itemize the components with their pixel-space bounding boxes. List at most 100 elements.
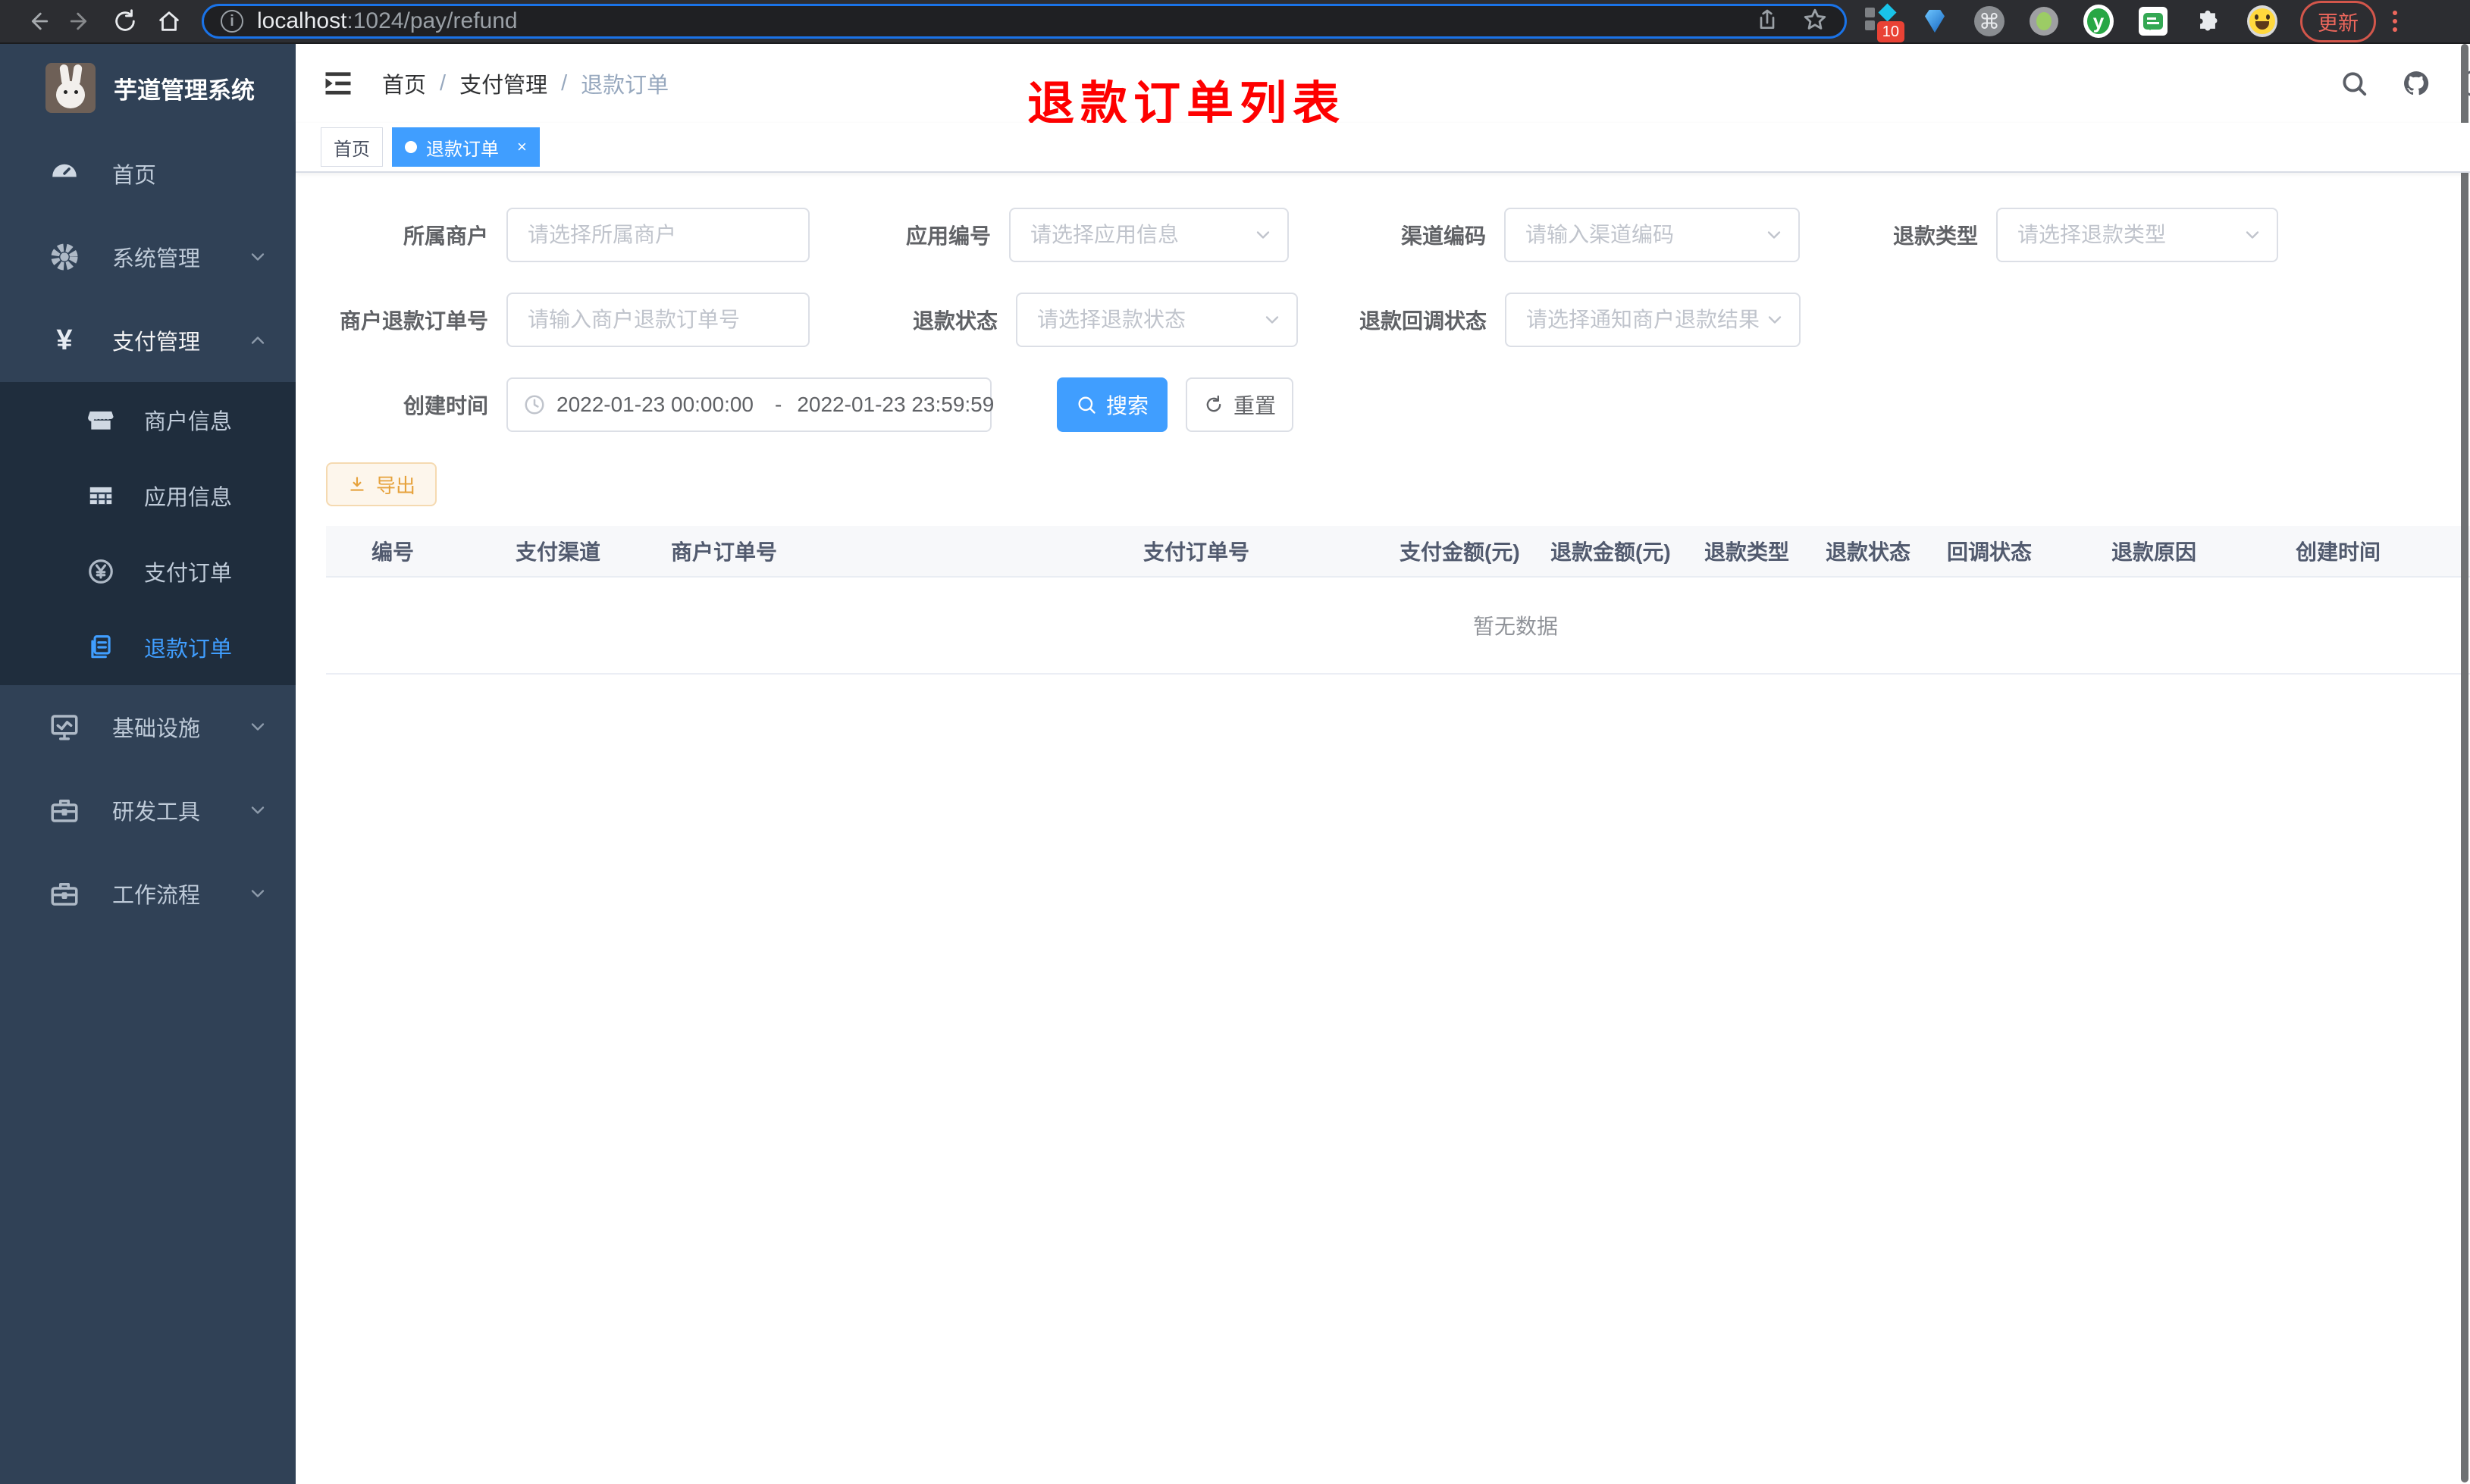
page-scrollbar[interactable] [2461,44,2468,1482]
reset-button[interactable]: 重置 [1186,377,1293,432]
tag-refund-order[interactable]: 退款订单 × [392,127,540,167]
column-header: 商户订单号 [671,540,778,564]
document-copy-icon [85,631,117,663]
page-content: 所属商户 应用编号 渠道编码 退款类型 [296,173,2470,1484]
sidebar-item-label: 支付订单 [144,562,233,586]
filter-label: 退款回调状态 [1359,309,1487,333]
sidebar: 芋道管理系统 首页 系统管理 ¥ 支付管理 商户信息 应用信息 支付订单 退款订… [0,44,296,1484]
filter-label: 应用编号 [905,224,991,248]
sidebar-item-refund-order[interactable]: 退款订单 [0,609,296,685]
reload-icon[interactable] [103,5,147,38]
main-area: 首页 / 支付管理 / 退款订单 退款订单列表 ? tT [296,44,2470,1484]
date-range-picker[interactable]: 2022-01-23 00:00:00 - 2022-01-23 23:59:5… [506,377,994,432]
sidebar-item-label: 工作流程 [112,884,201,908]
url-text: localhost:1024/pay/refund [257,8,518,33]
monitor-icon [47,709,82,744]
date-start-value: 2022-01-23 00:00:00 [556,393,754,416]
briefcase-icon [47,793,82,828]
extension-y-icon[interactable]: y [2083,5,2114,38]
grid-icon [85,480,117,512]
active-dot [405,141,417,153]
filter-label: 退款状态 [912,309,998,333]
search-button[interactable]: 搜索 [1057,377,1168,432]
sidebar-item-app-info[interactable]: 应用信息 [0,458,296,534]
github-icon[interactable] [2399,67,2433,100]
column-header: 支付渠道 [516,540,601,564]
search-icon[interactable] [2337,67,2371,100]
chevron-down-icon [247,800,268,821]
shop-icon [85,404,117,436]
sidebar-item-infra[interactable]: 基础设施 [0,685,296,769]
extension-chat-icon[interactable] [2138,6,2168,36]
refund-type-select[interactable] [1996,208,2278,262]
share-icon[interactable] [1755,8,1779,36]
app-no-select[interactable] [1009,208,1289,262]
channel-code-select[interactable] [1504,208,1800,262]
filter-label: 渠道编码 [1400,224,1486,248]
forward-icon[interactable] [59,5,103,38]
merchant-input[interactable] [506,208,810,262]
yen-icon: ¥ [56,324,73,356]
chevron-down-icon [247,883,268,904]
site-info-icon[interactable]: i [221,10,243,33]
sidebar-item-workflow[interactable]: 工作流程 [0,852,296,935]
sidebar-item-home[interactable]: 首页 [0,132,296,215]
filter-row-3: 创建时间 2022-01-23 00:00:00 - 2022-01-23 23… [326,377,2470,432]
browser-profile-avatar[interactable] [2247,5,2277,37]
breadcrumb: 首页 / 支付管理 / 退款订单 [382,67,669,99]
filter-row-1: 所属商户 应用编号 渠道编码 退款类型 [326,208,2470,262]
app-frame: 芋道管理系统 首页 系统管理 ¥ 支付管理 商户信息 应用信息 支付订单 退款订… [0,44,2470,1484]
sidebar-item-label: 应用信息 [144,486,233,510]
column-header: 退款类型 [1704,540,1790,564]
extension-gem-icon[interactable] [1920,6,1950,36]
bookmark-star-icon[interactable] [1802,7,1828,36]
sidebar-item-label: 系统管理 [112,247,201,271]
extension-devtools-icon[interactable]: 10 [1865,3,1904,42]
column-header: 支付订单号 [1143,540,1250,564]
sidebar-item-pay-order[interactable]: 支付订单 [0,534,296,609]
browser-toolbar: i localhost:1024/pay/refund 10 ⌘ y 更新 [0,0,2470,44]
sidebar-item-pay[interactable]: ¥ 支付管理 [0,299,296,382]
app-logo-row[interactable]: 芋道管理系统 [0,44,296,132]
tag-home[interactable]: 首页 [321,127,383,167]
sidebar-item-devtools[interactable]: 研发工具 [0,769,296,852]
extension-command-icon[interactable]: ⌘ [1974,6,2005,36]
briefcase-icon [47,876,82,911]
column-header: 退款原因 [2111,540,2197,564]
chrome-update-button[interactable]: 更新 [2300,0,2376,42]
column-header: 退款金额(元) [1550,540,1671,564]
refund-table: 编号 支付渠道 商户订单号 支付订单号 支付金额(元) 退款金额(元) 退款类型… [326,526,2470,675]
breadcrumb-pay[interactable]: 支付管理 [459,67,547,99]
back-icon[interactable] [15,5,59,38]
refund-status-select[interactable] [1016,293,1298,347]
date-end-value: 2022-01-23 23:59:59 [797,393,995,416]
chevron-down-icon [247,716,268,737]
extension-recorder-icon[interactable] [2029,6,2059,36]
column-header: 编号 [371,540,415,564]
app-logo [45,63,96,113]
close-icon[interactable]: × [517,137,527,157]
breadcrumb-current: 退款订单 [581,74,669,98]
address-bar[interactable]: i localhost:1024/pay/refund [202,4,1847,39]
export-button[interactable]: 导出 [326,462,437,506]
sidebar-item-label: 退款订单 [144,637,233,662]
sidebar-item-label: 研发工具 [112,800,201,825]
dashboard-icon [47,156,82,191]
extensions-puzzle-icon[interactable] [2193,6,2223,36]
column-header: 回调状态 [1947,540,2033,564]
browser-menu-icon[interactable] [2393,11,2397,32]
breadcrumb-home[interactable]: 首页 [382,67,426,99]
sidebar-submenu-pay: 商户信息 应用信息 支付订单 退款订单 [0,382,296,685]
sidebar-item-merchant-info[interactable]: 商户信息 [0,382,296,458]
home-icon[interactable] [147,5,191,38]
extension-badge: 10 [1876,21,1904,42]
table-toolbar: 导出 [326,462,2470,506]
callback-status-select[interactable] [1505,293,1801,347]
chevron-down-icon [247,246,268,268]
hamburger-icon[interactable] [320,65,356,102]
column-header: 支付金额(元) [1400,540,1520,564]
sidebar-item-label: 基础设施 [112,717,201,741]
table-header-row: 编号 支付渠道 商户订单号 支付订单号 支付金额(元) 退款金额(元) 退款类型… [326,526,2470,578]
merchant-refund-no-input[interactable] [506,293,810,347]
sidebar-item-system[interactable]: 系统管理 [0,215,296,299]
